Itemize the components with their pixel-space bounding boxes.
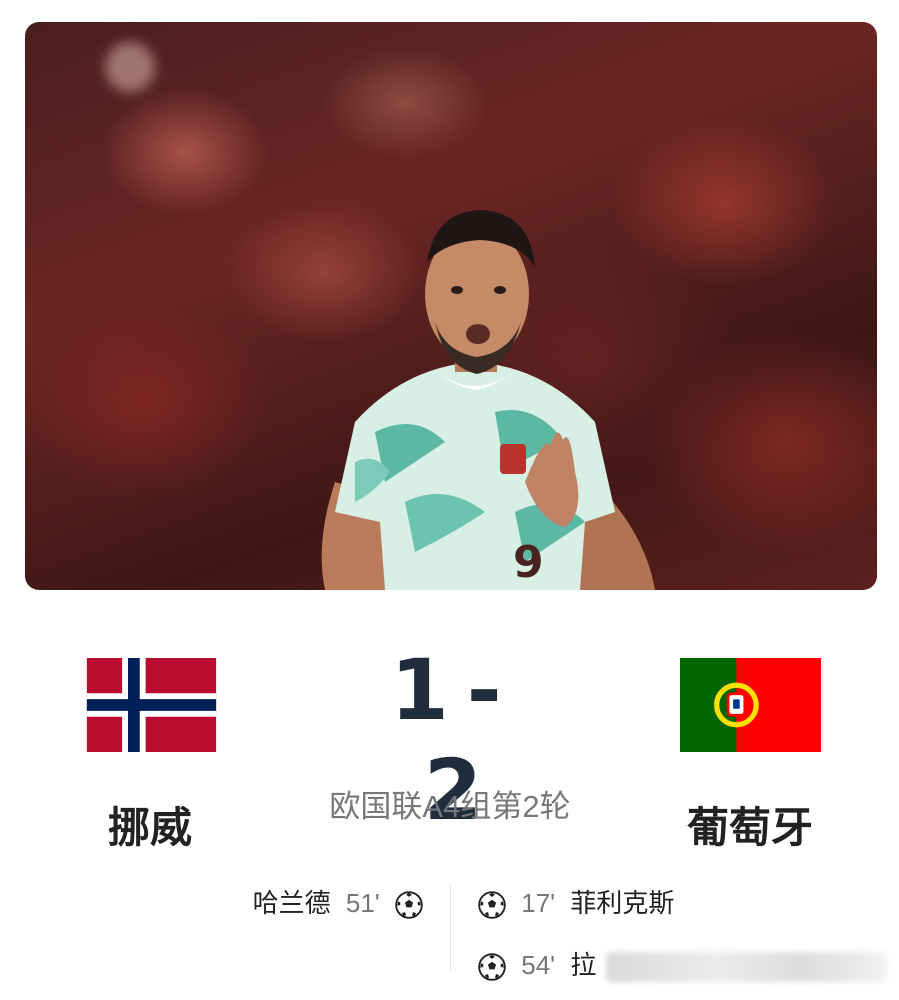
home-team-name: 挪威 <box>107 804 192 851</box>
soccer-ball-icon <box>478 953 506 981</box>
goal-away-2: 54' 拉 <box>478 945 898 985</box>
away-team-name: 葡萄牙 <box>686 804 813 851</box>
player-figure: 9 <box>321 210 655 590</box>
portugal-flag-icon <box>680 658 821 752</box>
scoreboard: 1 -2 <box>0 640 899 839</box>
hero-photo: 9 <box>25 22 877 590</box>
goal-minute: 17' <box>521 888 556 918</box>
soccer-ball-icon <box>478 891 506 919</box>
score-separator: - <box>466 641 506 739</box>
goals-divider <box>450 885 451 970</box>
match-round: 欧国联A4组第2轮 <box>329 789 571 824</box>
goal-away-1: 17' 菲利克斯 <box>478 883 674 923</box>
goal-home-1: 哈兰德 51' <box>253 883 423 923</box>
goal-minute: 51' <box>345 888 380 918</box>
svg-text:9: 9 <box>513 537 544 588</box>
match-score: 1 -2 <box>370 640 540 839</box>
norway-flag-icon <box>86 658 217 752</box>
soccer-ball-icon <box>395 891 423 919</box>
home-score: 1 <box>390 641 453 739</box>
blurred-overlay <box>605 952 886 983</box>
scorer-name: 菲利克斯 <box>570 888 675 918</box>
scorer-name: 拉 <box>570 950 597 980</box>
goal-minute: 54' <box>521 950 556 980</box>
scorer-name: 哈兰德 <box>252 888 331 918</box>
